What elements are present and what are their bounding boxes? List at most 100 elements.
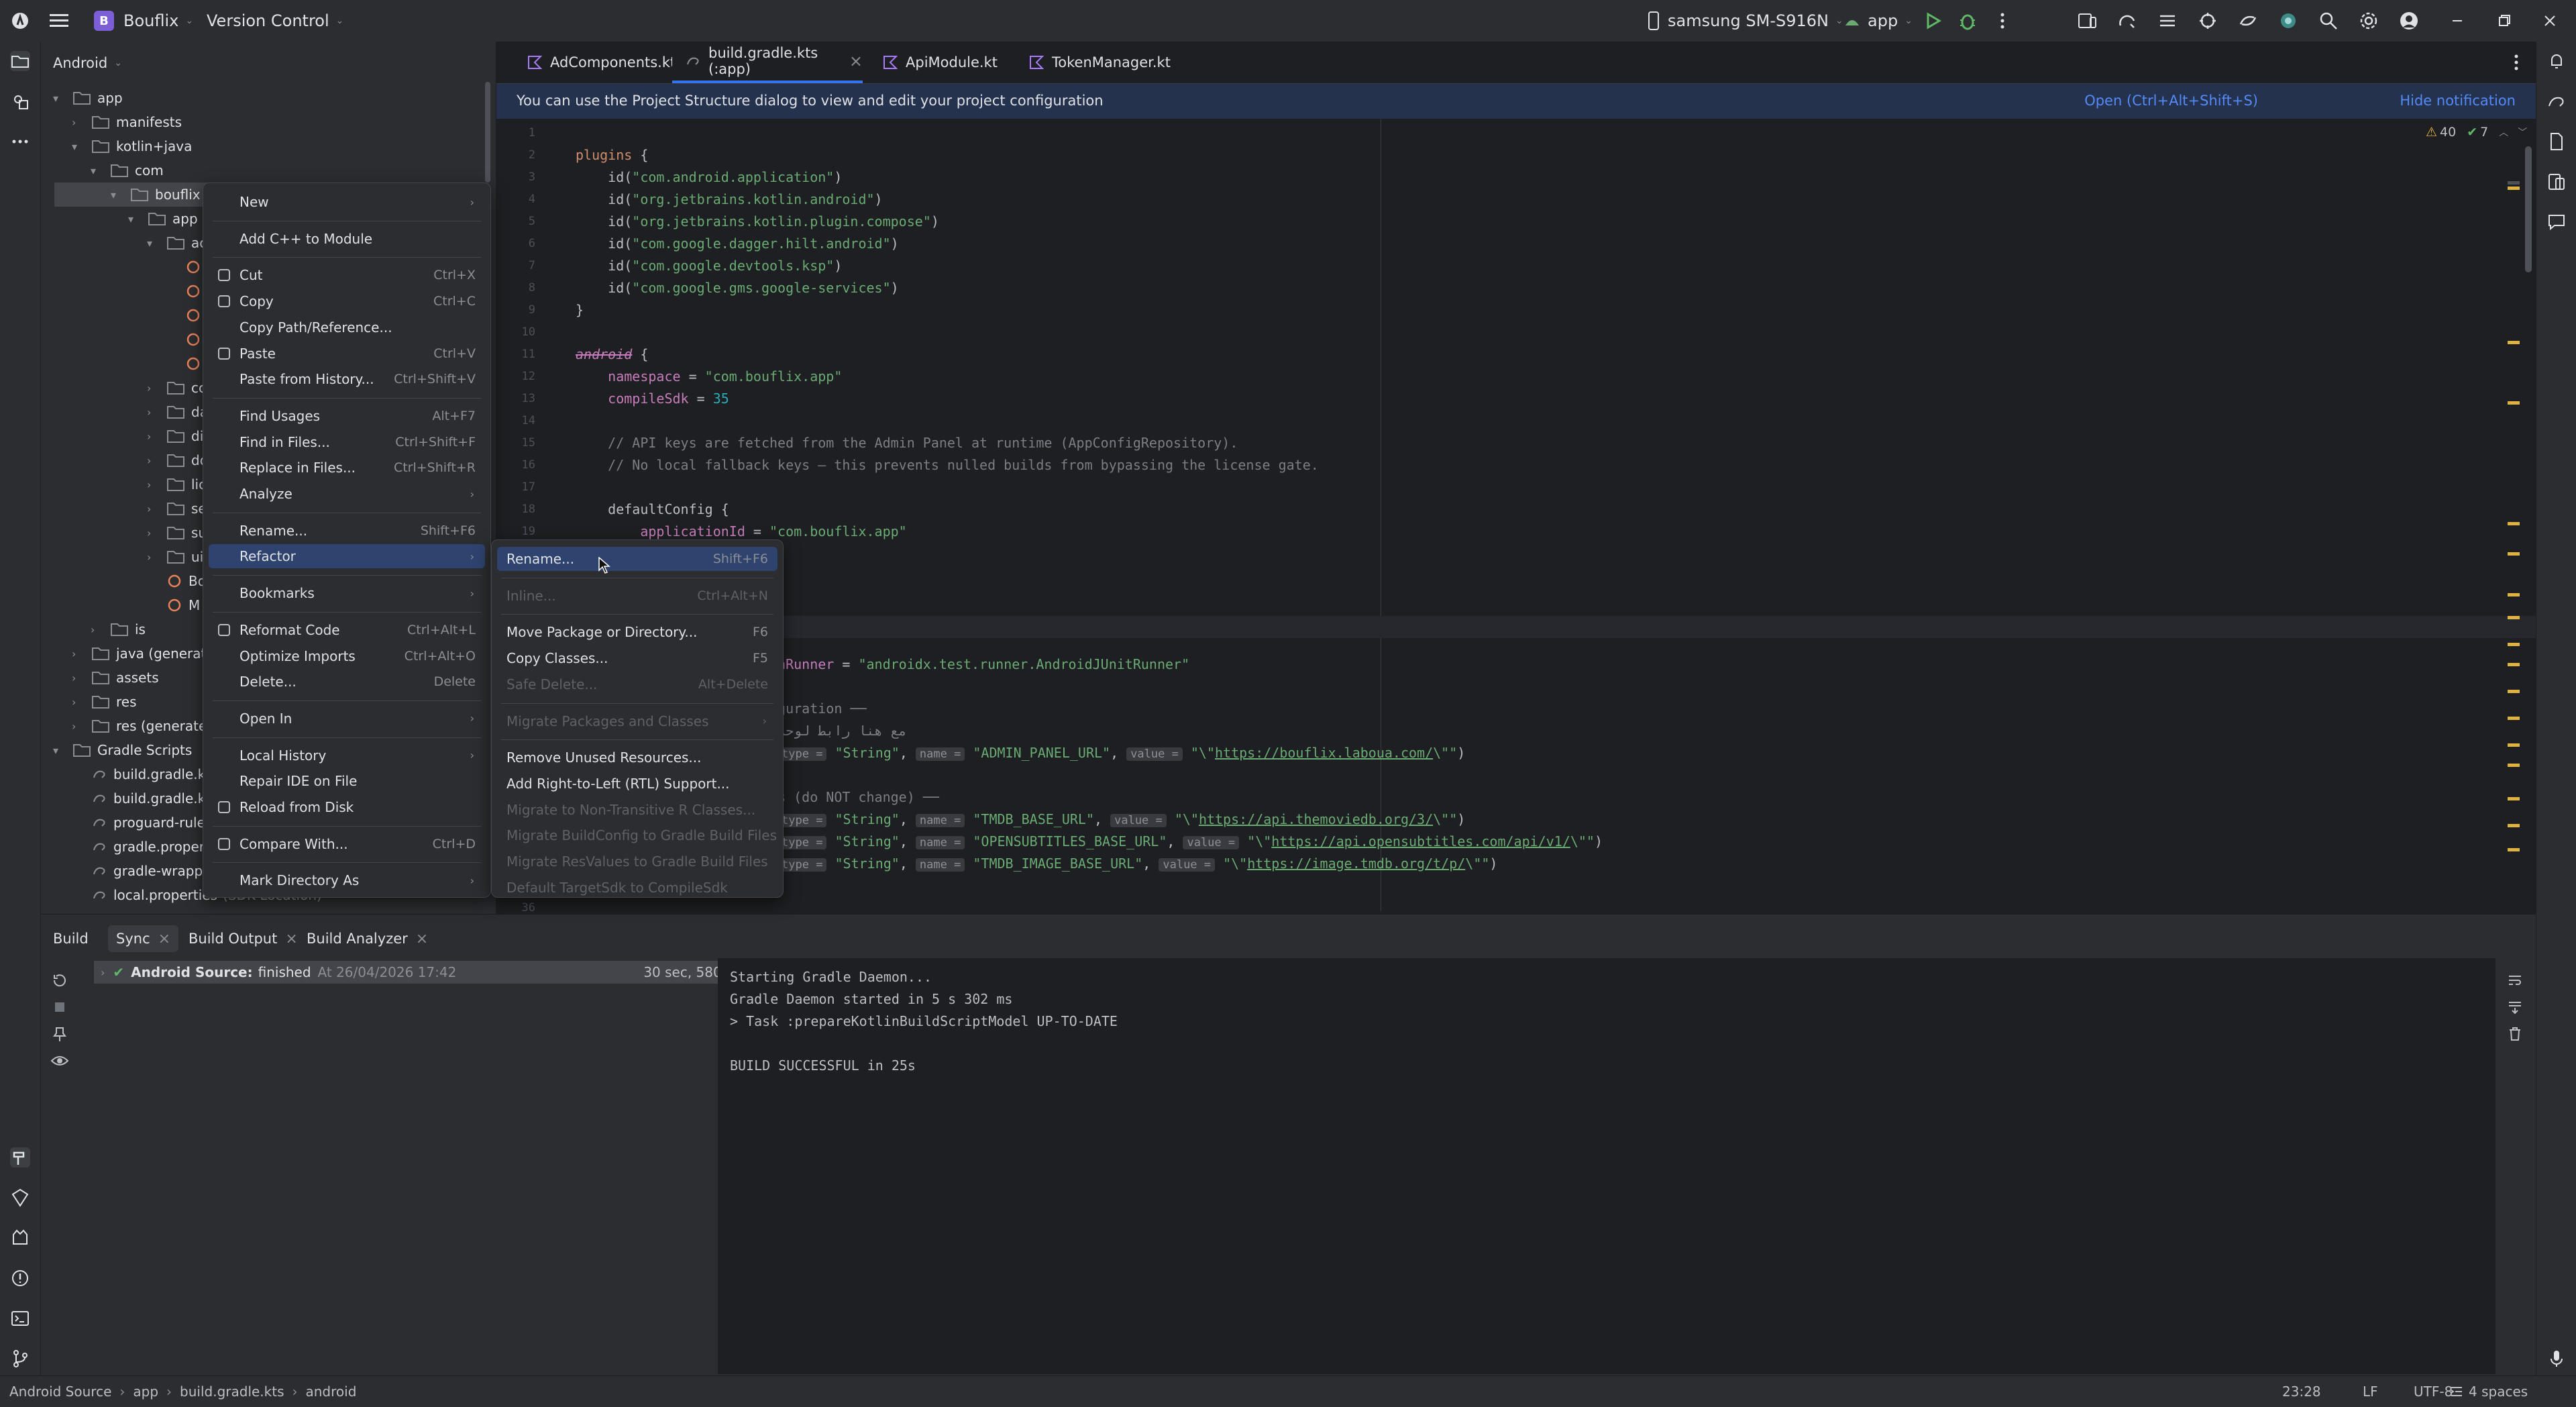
tree-item[interactable]: › java (generate <box>72 641 215 666</box>
tab-more-icon[interactable] <box>2506 52 2526 72</box>
warning-marker[interactable] <box>2508 643 2520 646</box>
search-everywhere-icon[interactable] <box>2318 11 2339 31</box>
device-manager-icon[interactable] <box>2077 11 2097 31</box>
chevron-right-icon[interactable]: › <box>72 696 83 709</box>
menu-item-open-in[interactable]: Open In › <box>209 707 485 731</box>
tree-item[interactable]: M <box>147 593 200 617</box>
editor-scrollbar[interactable] <box>2525 146 2532 272</box>
warning-marker[interactable] <box>2508 824 2520 827</box>
tree-item[interactable]: › di <box>147 424 203 448</box>
build-variants-icon[interactable] <box>2157 11 2178 31</box>
tree-item[interactable]: gradle-wrappe <box>72 859 211 883</box>
chevron-right-icon[interactable]: › <box>72 672 83 684</box>
menu-item-move-package-or-directory[interactable]: Move Package or Directory... F6 <box>497 620 777 644</box>
menu-item-rename[interactable]: Rename... Shift+F6 <box>497 547 777 571</box>
file-encoding[interactable]: UTF-8 <box>2414 1376 2453 1407</box>
tree-item[interactable]: build.gradle.kt <box>72 786 211 811</box>
apply-changes-icon[interactable] <box>2117 11 2137 31</box>
tree-item[interactable] <box>166 327 207 352</box>
warning-marker[interactable] <box>2508 616 2520 619</box>
tree-item[interactable] <box>166 352 207 376</box>
warning-marker[interactable] <box>2508 663 2520 666</box>
menu-item-cut[interactable]: Cut Ctrl+X <box>209 263 485 287</box>
microphone-icon[interactable] <box>2546 1349 2567 1369</box>
close-tab-icon[interactable]: × <box>285 931 297 947</box>
close-window-icon[interactable] <box>2540 11 2560 31</box>
close-tab-icon[interactable]: × <box>416 931 428 947</box>
vcs-widget[interactable]: Version Control ⌄ <box>207 0 343 42</box>
chevron-down-icon[interactable]: ▾ <box>53 92 64 105</box>
project-folder-icon[interactable] <box>10 51 30 71</box>
menu-item-refactor[interactable]: Refactor › <box>209 544 485 569</box>
chevron-right-icon[interactable]: › <box>147 430 158 443</box>
error-stripe[interactable] <box>2508 119 2521 911</box>
breadcrumb-item[interactable]: Android Source <box>9 1384 111 1400</box>
tree-item[interactable] <box>166 255 207 279</box>
ai-chat-icon[interactable] <box>2546 212 2567 232</box>
project-view-selector[interactable]: Android ⌄ <box>53 51 122 75</box>
build-tree[interactable]: › ✔ Android Source: finished At 26/04/20… <box>48 958 754 1374</box>
chevron-down-icon[interactable]: ▾ <box>147 237 158 250</box>
menu-item-analyze[interactable]: Analyze › <box>209 482 485 506</box>
tree-item[interactable]: › ui <box>147 545 203 569</box>
menu-item-paste-from-history[interactable]: Paste from History... Ctrl+Shift+V <box>209 367 485 391</box>
menu-item-rename[interactable]: Rename... Shift+F6 <box>209 519 485 543</box>
menu-item-local-history[interactable]: Local History › <box>209 743 485 768</box>
build-tab[interactable]: Sync × <box>108 925 179 952</box>
close-tab-icon[interactable]: × <box>158 931 170 947</box>
gradle-icon[interactable] <box>2546 91 2567 111</box>
tree-item[interactable]: › cc <box>147 376 206 400</box>
sync-gradle-icon[interactable] <box>2238 11 2258 31</box>
tree-item[interactable]: build.gradle.kt <box>72 762 211 786</box>
tree-item[interactable] <box>166 303 207 327</box>
minimize-window-icon[interactable] <box>2447 11 2467 31</box>
warning-marker[interactable] <box>2508 552 2520 556</box>
warning-marker[interactable] <box>2508 593 2520 596</box>
menu-item-replace-in-files[interactable]: Replace in Files... Ctrl+Shift+R <box>209 456 485 480</box>
chevron-right-icon[interactable]: › <box>72 720 83 733</box>
tree-item[interactable]: Bo <box>147 569 206 593</box>
warning-marker[interactable] <box>2508 764 2520 767</box>
menu-item-repair-ide-on-file[interactable]: Repair IDE on File <box>209 769 485 793</box>
chevron-right-icon[interactable]: › <box>147 527 158 539</box>
chevron-down-icon[interactable]: ▾ <box>72 140 83 153</box>
tree-item[interactable] <box>166 279 207 303</box>
soft-wrap-icon[interactable] <box>2507 972 2523 988</box>
build-console[interactable]: Starting Gradle Daemon... Gradle Daemon s… <box>718 958 2496 1374</box>
attach-debugger-icon[interactable] <box>2198 11 2218 31</box>
running-devices-icon[interactable] <box>2546 172 2567 192</box>
warning-marker[interactable] <box>2508 743 2520 747</box>
resource-manager-icon[interactable] <box>10 91 30 111</box>
menu-item-compare-with[interactable]: Compare With... Ctrl+D <box>209 832 485 856</box>
build-tab[interactable]: Build Output × <box>189 915 298 963</box>
terminal-icon[interactable] <box>10 1308 30 1328</box>
tree-item[interactable]: › se <box>147 497 207 521</box>
breadcrumb-item[interactable]: android <box>306 1384 357 1400</box>
build-tab[interactable]: Build <box>53 915 89 963</box>
menu-item-copy-path-reference[interactable]: Copy Path/Reference... <box>209 315 485 340</box>
tree-item[interactable]: ▾ Gradle Scripts <box>53 738 192 762</box>
breadcrumb-item[interactable]: app <box>133 1384 158 1400</box>
app-quality-icon[interactable] <box>10 1188 30 1208</box>
tree-item[interactable]: › su <box>147 521 207 545</box>
device-selector[interactable]: samsung SM-S916N ⌄ <box>1648 0 1843 42</box>
warning-marker[interactable] <box>2508 848 2520 851</box>
warning-marker[interactable] <box>2508 181 2520 185</box>
chevron-right-icon[interactable]: › <box>147 478 158 491</box>
tree-item[interactable]: › res (generated <box>72 714 215 738</box>
device-file-explorer-icon[interactable] <box>2546 132 2567 152</box>
chevron-down-icon[interactable]: ▾ <box>128 213 139 225</box>
warning-marker[interactable] <box>2508 341 2520 344</box>
warning-marker[interactable] <box>2508 522 2520 525</box>
code-editor[interactable]: 1 2 plugins {3 id("com.android.application… <box>496 119 2536 915</box>
clear-console-trash-icon[interactable] <box>2507 1026 2523 1042</box>
tree-item[interactable]: › res <box>72 690 137 714</box>
menu-item-remove-unused-resources[interactable]: Remove Unused Resources... <box>497 745 777 770</box>
more-actions-icon[interactable] <box>1992 11 2012 31</box>
breadcrumb-item[interactable]: build.gradle.kts <box>180 1384 284 1400</box>
menu-item-find-usages[interactable]: Find Usages Alt+F7 <box>209 404 485 428</box>
editor-tab[interactable]: ApiModule.kt <box>869 42 1009 83</box>
logcat-icon[interactable] <box>10 1228 30 1248</box>
build-tab[interactable]: Build Analyzer × <box>307 915 428 963</box>
tree-item[interactable]: ▾ app <box>128 207 198 231</box>
